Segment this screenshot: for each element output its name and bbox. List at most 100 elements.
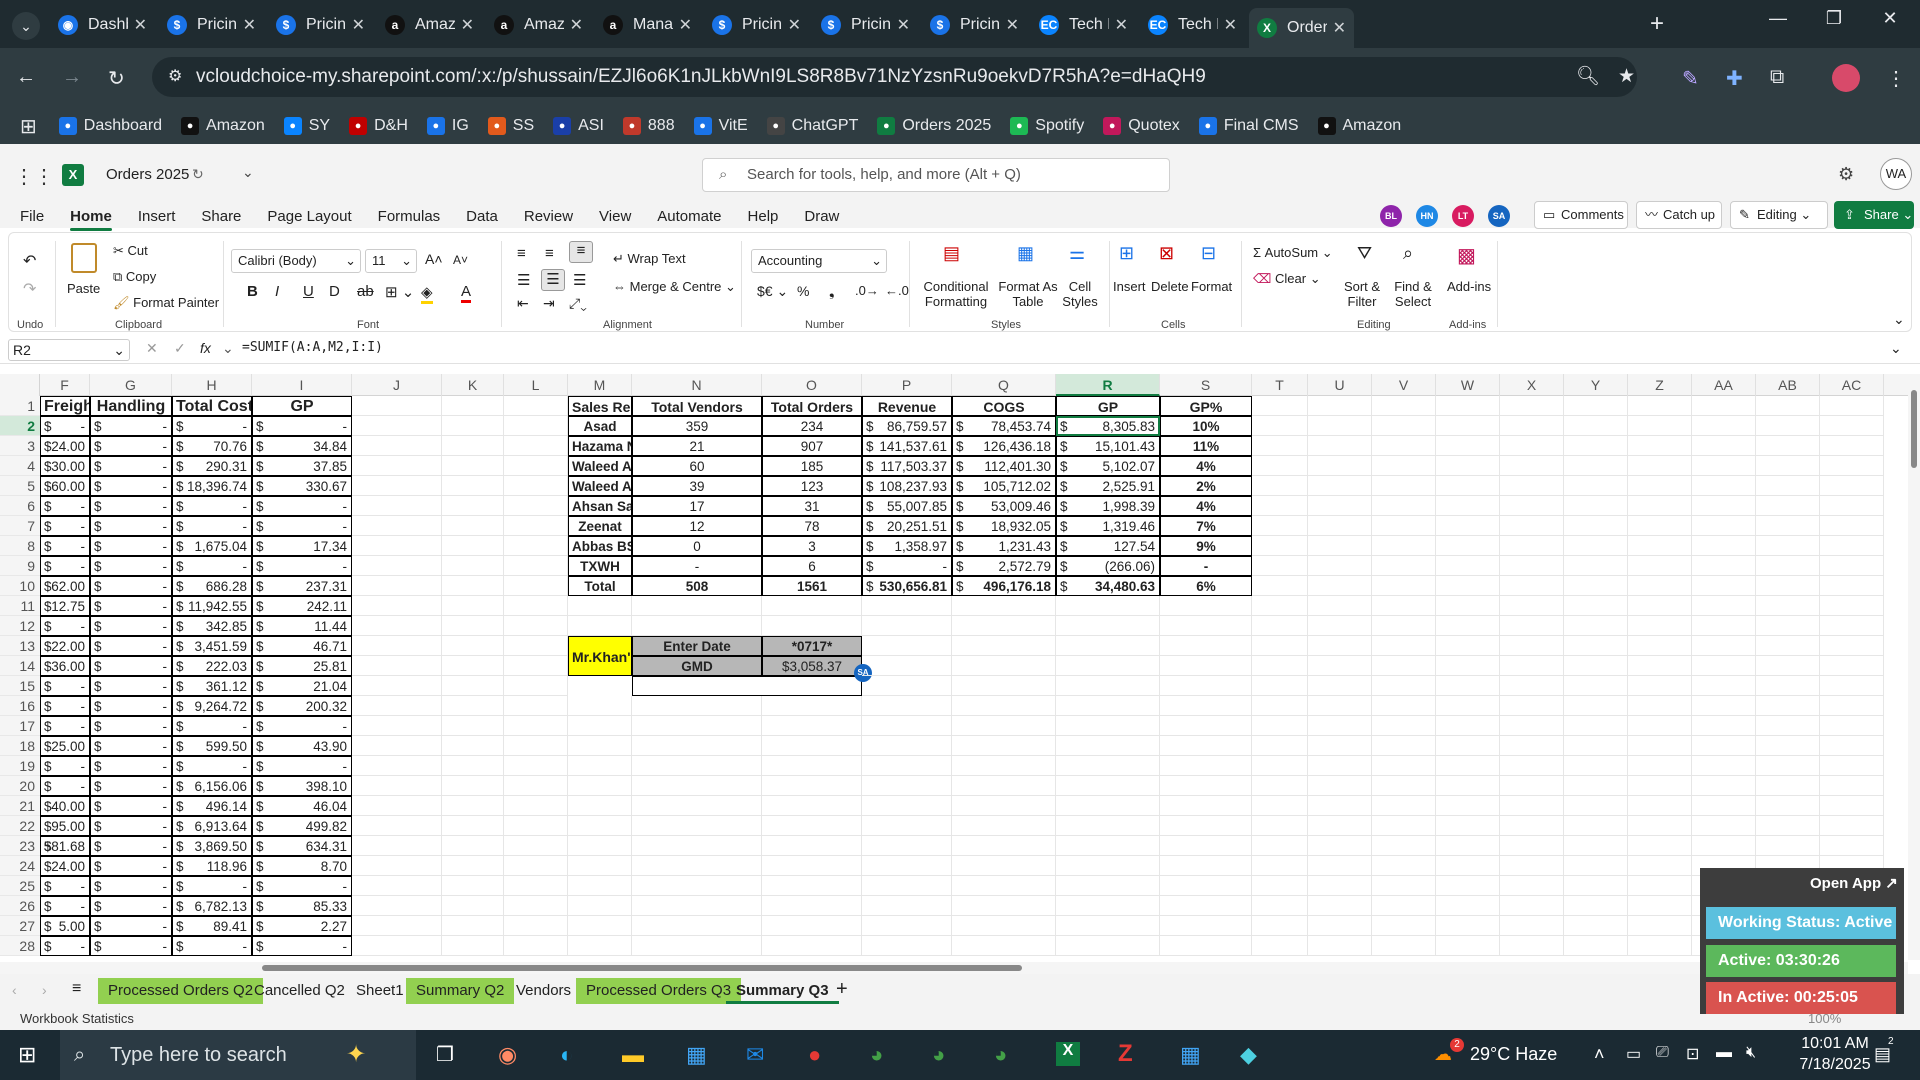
data-cell[interactable]: $ - — [252, 416, 352, 436]
empty-cell[interactable] — [1372, 656, 1436, 676]
empty-cell[interactable] — [1820, 496, 1884, 516]
select-all-corner[interactable] — [0, 374, 40, 396]
data-cell[interactable]: $ - — [90, 936, 172, 956]
empty-cell[interactable] — [568, 916, 632, 936]
empty-cell[interactable] — [952, 816, 1056, 836]
empty-cell[interactable] — [952, 756, 1056, 776]
empty-cell[interactable] — [1564, 656, 1628, 676]
summary-cell[interactable]: TXWH — [568, 556, 632, 576]
close-tab-icon[interactable]: ✕ — [461, 15, 474, 35]
empty-cell[interactable] — [952, 876, 1056, 896]
empty-cell[interactable] — [504, 776, 568, 796]
close-tab-icon[interactable]: ✕ — [1333, 18, 1346, 38]
empty-cell[interactable] — [504, 496, 568, 516]
empty-cell[interactable] — [1372, 896, 1436, 916]
empty-cell[interactable] — [1564, 556, 1628, 576]
empty-cell[interactable] — [1056, 936, 1160, 956]
table-header-cell[interactable]: Handling — [90, 396, 172, 416]
empty-cell[interactable] — [1160, 676, 1252, 696]
empty-cell[interactable] — [1308, 896, 1372, 916]
empty-cell[interactable] — [352, 616, 442, 636]
summary-money-cell[interactable]: $78,453.74 — [952, 416, 1056, 436]
bookmark-item[interactable]: ● ChatGPT — [766, 117, 858, 135]
empty-cell[interactable] — [1820, 576, 1884, 596]
summary-cell[interactable]: Zeenat — [568, 516, 632, 536]
empty-cell[interactable] — [1436, 496, 1500, 516]
empty-cell[interactable] — [504, 536, 568, 556]
empty-cell[interactable] — [1692, 456, 1756, 476]
empty-cell[interactable] — [1820, 756, 1884, 776]
teams-icon[interactable]: ● — [808, 1042, 821, 1068]
settings-gear-icon[interactable]: ⚙ — [1838, 164, 1854, 185]
align-right-icon[interactable]: ☰ — [573, 271, 586, 289]
empty-cell[interactable] — [442, 816, 504, 836]
empty-cell[interactable] — [1756, 476, 1820, 496]
browser-tab[interactable]: a Amazo ✕ — [486, 6, 591, 44]
row-header[interactable]: 13 — [0, 636, 40, 656]
empty-cell[interactable] — [568, 696, 632, 716]
empty-cell[interactable] — [1436, 756, 1500, 776]
empty-cell[interactable] — [1308, 536, 1372, 556]
summary-money-cell[interactable]: $20,251.51 — [862, 516, 952, 536]
browser-tab[interactable]: EC Tech N ✕ — [1031, 6, 1136, 44]
summary-cell[interactable]: 10% — [1160, 416, 1252, 436]
column-header[interactable]: AB — [1756, 374, 1820, 396]
summary-cell[interactable]: 17 — [632, 496, 762, 516]
data-cell[interactable]: $37.85 — [252, 456, 352, 476]
empty-cell[interactable] — [1056, 836, 1160, 856]
data-cell[interactable]: $25.81 — [252, 656, 352, 676]
empty-cell[interactable] — [1756, 516, 1820, 536]
empty-cell[interactable] — [1160, 916, 1252, 936]
empty-cell[interactable] — [1436, 836, 1500, 856]
font-name-select[interactable]: Calibri (Body) ⌄ — [231, 249, 361, 273]
summary-cell[interactable]: 31 — [762, 496, 862, 516]
empty-cell[interactable] — [1500, 616, 1564, 636]
empty-cell[interactable] — [1308, 616, 1372, 636]
column-header[interactable]: F — [40, 374, 90, 396]
cancel-entry-icon[interactable]: ✕ — [146, 340, 158, 357]
close-tab-icon[interactable]: ✕ — [788, 15, 801, 35]
empty-cell[interactable] — [1820, 396, 1884, 416]
empty-cell[interactable] — [1372, 456, 1436, 476]
data-cell[interactable]: $46.71 — [252, 636, 352, 656]
empty-cell[interactable] — [1500, 796, 1564, 816]
empty-cell[interactable] — [1372, 876, 1436, 896]
empty-cell[interactable] — [1820, 476, 1884, 496]
summary-money-cell[interactable]: $496,176.18 — [952, 576, 1056, 596]
empty-cell[interactable] — [352, 936, 442, 956]
empty-cell[interactable] — [1564, 516, 1628, 536]
empty-cell[interactable] — [1160, 736, 1252, 756]
column-header[interactable]: AA — [1692, 374, 1756, 396]
row-header[interactable]: 3 — [0, 436, 40, 456]
column-header[interactable]: J — [352, 374, 442, 396]
bookmark-item[interactable]: ● D&H — [349, 117, 408, 135]
empty-cell[interactable] — [632, 676, 862, 696]
data-cell[interactable]: $3,869.50 — [172, 836, 252, 856]
data-cell[interactable]: $ - — [40, 676, 90, 696]
data-cell[interactable]: $398.10 — [252, 776, 352, 796]
empty-cell[interactable] — [1692, 496, 1756, 516]
empty-cell[interactable] — [1056, 896, 1160, 916]
summary-money-cell[interactable]: $112,401.30 — [952, 456, 1056, 476]
data-cell[interactable]: $2.27 — [252, 916, 352, 936]
empty-cell[interactable] — [1252, 916, 1308, 936]
empty-cell[interactable] — [1372, 676, 1436, 696]
summary-cell[interactable]: 78 — [762, 516, 862, 536]
empty-cell[interactable] — [1252, 616, 1308, 636]
empty-cell[interactable] — [1756, 576, 1820, 596]
empty-cell[interactable] — [862, 636, 952, 656]
filezilla-icon[interactable]: Z — [1118, 1040, 1133, 1068]
empty-cell[interactable] — [442, 696, 504, 716]
empty-cell[interactable] — [1692, 476, 1756, 496]
editing-mode-button[interactable]: ✎ Editing ⌄ — [1730, 201, 1828, 229]
menu-view[interactable]: View — [599, 208, 631, 225]
column-header[interactable]: R — [1056, 374, 1160, 396]
column-header[interactable]: Q — [952, 374, 1056, 396]
empty-cell[interactable] — [632, 856, 762, 876]
empty-cell[interactable] — [1372, 836, 1436, 856]
extension-feather-icon[interactable]: ✎ — [1682, 66, 1699, 91]
expand-formula-icon[interactable]: ⌄ — [1890, 340, 1902, 357]
align-top-icon[interactable]: ≡ — [517, 245, 526, 262]
empty-cell[interactable] — [762, 756, 862, 776]
column-header[interactable]: V — [1372, 374, 1436, 396]
